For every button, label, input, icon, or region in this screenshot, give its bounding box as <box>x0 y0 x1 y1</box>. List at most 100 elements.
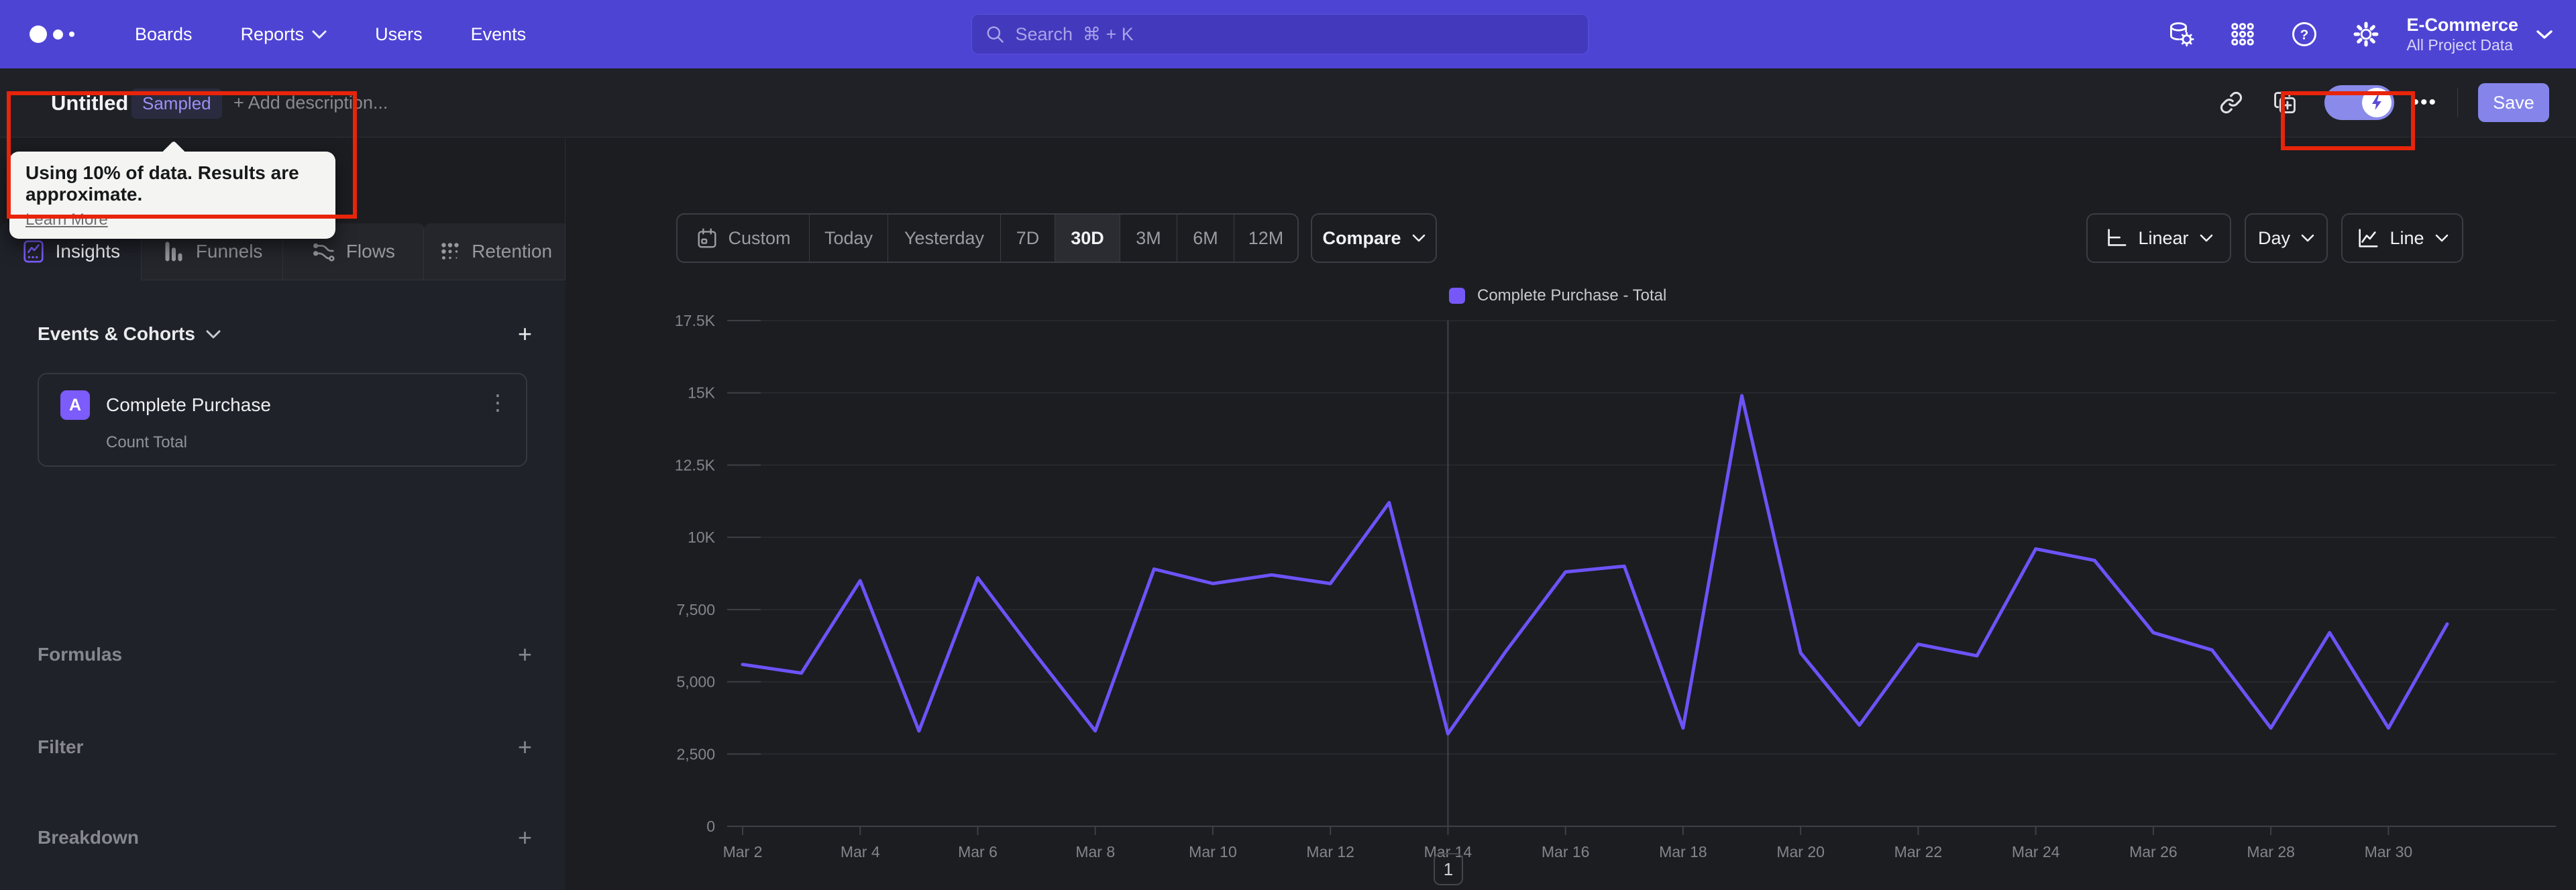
event-letter-badge: A <box>60 390 90 420</box>
svg-text:17.5K: 17.5K <box>675 312 716 329</box>
search-icon <box>987 26 1004 43</box>
event-aggregation[interactable]: Count Total <box>106 433 187 452</box>
svg-text:7,500: 7,500 <box>676 601 715 618</box>
svg-text:Mar 28: Mar 28 <box>2247 843 2295 860</box>
add-formula-button[interactable]: + <box>518 643 532 667</box>
more-menu-button[interactable]: ••• <box>2412 91 2437 114</box>
svg-text:Mar 24: Mar 24 <box>2012 843 2060 860</box>
share-link-icon[interactable] <box>2212 83 2251 122</box>
event-options-kebab[interactable]: ⋮ <box>487 392 508 413</box>
nav-item-events[interactable]: Events <box>471 24 527 45</box>
svg-text:2,500: 2,500 <box>676 745 715 763</box>
line-chart-icon <box>2359 229 2378 247</box>
svg-text:Mar 18: Mar 18 <box>1659 843 1707 860</box>
sampling-tooltip: Using 10% of data. Results are approxima… <box>9 140 335 239</box>
data-management-icon[interactable] <box>2159 13 2202 56</box>
svg-text:Mar 4: Mar 4 <box>841 843 880 860</box>
project-switcher[interactable]: E-Commerce All Project Data <box>2406 14 2553 54</box>
event-card[interactable]: A Complete Purchase ⋮ Count Total <box>38 373 527 467</box>
top-nav: Boards Reports Users Events ? E-Commerce… <box>0 0 2576 68</box>
pagination-page-button[interactable]: 1 <box>1434 853 1463 885</box>
range-6m-button[interactable]: 6M <box>1177 215 1234 262</box>
nav-item-reports[interactable]: Reports <box>241 24 327 45</box>
chevron-down-icon <box>2200 234 2212 242</box>
chart-type-label: Line <box>2390 227 2424 248</box>
svg-text:Mar 20: Mar 20 <box>1776 843 1825 860</box>
duplicate-icon[interactable] <box>2265 83 2304 122</box>
svg-text:0: 0 <box>706 818 715 835</box>
nav-item-label: Boards <box>135 23 193 44</box>
project-scope: All Project Data <box>2406 36 2513 54</box>
range-today-button[interactable]: Today <box>810 215 888 262</box>
logo-dot <box>30 25 47 43</box>
tab-label: Retention <box>472 241 553 262</box>
add-breakdown-button[interactable]: + <box>518 826 532 850</box>
svg-text:Mar 26: Mar 26 <box>2129 843 2178 860</box>
report-title[interactable]: Untitled <box>51 91 128 115</box>
search-bar[interactable] <box>971 14 1589 54</box>
search-input[interactable] <box>1015 23 1574 45</box>
chart-panel: Custom Today Yesterday 7D 30D 3M 6M 12M … <box>566 137 2576 890</box>
mixpanel-logo[interactable] <box>30 25 87 43</box>
insights-icon <box>23 240 44 263</box>
svg-text:Mar 22: Mar 22 <box>1894 843 1943 860</box>
chevron-down-icon <box>312 30 327 38</box>
range-label: Custom <box>728 227 791 248</box>
logo-dot <box>69 32 74 37</box>
funnels-icon <box>165 241 182 262</box>
line-chart: 0 2,500 5,000 7,500 10K 12.5K 15K 17.5K Mar 2 Mar… <box>675 312 2556 860</box>
report-builder-sidebar: Insights Funnels Flows Retention Events … <box>0 137 566 890</box>
range-label: 6M <box>1193 227 1218 248</box>
events-live-toggle[interactable] <box>2324 85 2395 120</box>
svg-text:12.5K: 12.5K <box>675 456 716 474</box>
logo-dot <box>53 29 63 40</box>
flows-icon <box>313 243 335 262</box>
range-30d-button[interactable]: 30D <box>1055 215 1120 262</box>
sampled-badge[interactable]: Sampled <box>131 89 222 119</box>
linear-scale-icon <box>2108 229 2127 246</box>
lightning-icon <box>2372 95 2382 110</box>
add-description-button[interactable]: + Add description... <box>233 93 388 113</box>
range-custom-button[interactable]: Custom <box>678 215 810 262</box>
range-label: Today <box>824 227 873 248</box>
range-yesterday-button[interactable]: Yesterday <box>888 215 1001 262</box>
report-title-bar: Untitled Sampled + Add description... ••… <box>0 68 2576 137</box>
range-7d-button[interactable]: 7D <box>1001 215 1055 262</box>
nav-item-label: Events <box>470 23 527 44</box>
formulas-section-label: Formulas <box>38 644 123 665</box>
granularity-dropdown[interactable]: Day <box>2245 213 2328 263</box>
add-event-button[interactable]: + <box>518 322 532 346</box>
chevron-down-icon <box>2536 30 2553 39</box>
tab-label: Insights <box>55 241 121 262</box>
event-name: Complete Purchase <box>106 394 271 415</box>
toggle-knob <box>2362 88 2392 117</box>
chevron-down-icon <box>2435 234 2448 242</box>
scale-dropdown[interactable]: Linear <box>2086 213 2231 263</box>
date-range-group: Custom Today Yesterday 7D 30D 3M 6M 12M <box>676 213 1299 263</box>
chart-type-dropdown[interactable]: Line <box>2341 213 2463 263</box>
breakdown-section-label: Breakdown <box>38 827 139 848</box>
nav-item-boards[interactable]: Boards <box>135 24 193 45</box>
nav-item-label: Users <box>375 23 423 44</box>
range-12m-button[interactable]: 12M <box>1234 215 1297 262</box>
settings-gear-icon[interactable] <box>2345 13 2387 56</box>
range-label: 30D <box>1071 227 1104 248</box>
events-cohorts-header[interactable]: Events & Cohorts <box>38 323 221 345</box>
range-label: 7D <box>1016 227 1040 248</box>
events-cohorts-label: Events & Cohorts <box>38 323 195 344</box>
add-filter-button[interactable]: + <box>518 735 532 759</box>
nav-item-users[interactable]: Users <box>375 24 423 45</box>
save-button[interactable]: Save <box>2478 83 2549 122</box>
range-label: 3M <box>1136 227 1161 248</box>
chevron-down-icon <box>206 330 221 338</box>
learn-more-link[interactable]: Learn More <box>25 211 108 229</box>
line-chart-area[interactable]: 0 2,500 5,000 7,500 10K 12.5K 15K 17.5K Mar 2 Mar… <box>590 295 2576 869</box>
compare-label: Compare <box>1322 227 1401 248</box>
range-3m-button[interactable]: 3M <box>1120 215 1177 262</box>
filter-section-label: Filter <box>38 736 84 757</box>
compare-dropdown[interactable]: Compare <box>1311 213 1437 263</box>
chevron-down-icon <box>2301 234 2314 242</box>
help-icon[interactable]: ? <box>2283 13 2326 56</box>
tab-retention[interactable]: Retention <box>424 223 566 280</box>
apps-grid-icon[interactable] <box>2221 13 2264 56</box>
